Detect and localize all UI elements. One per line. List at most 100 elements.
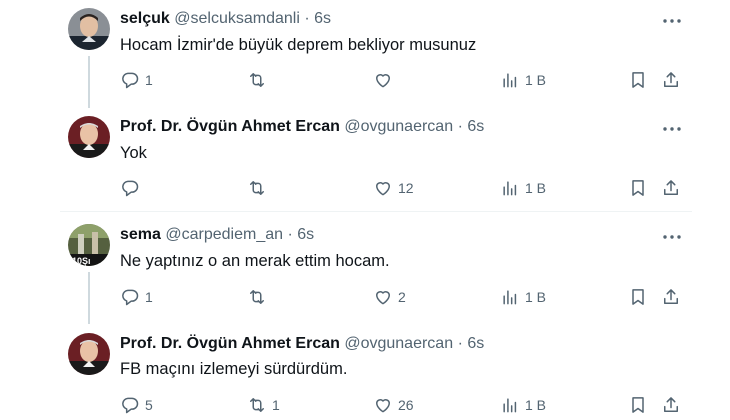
bookmark-button[interactable] [628,69,648,91]
like-icon [373,395,393,415]
avatar[interactable]: 10Şı [68,224,110,266]
display-name[interactable]: selçuk [120,10,170,27]
views-button[interactable]: 1 B [500,286,546,308]
reply-button[interactable]: 1 [120,69,153,91]
like-count: 2 [398,289,406,305]
display-name[interactable]: sema [120,226,161,243]
retweet-button[interactable] [247,177,272,199]
avatar-photo-icon [68,116,110,158]
like-button[interactable] [373,69,398,91]
action-bar: 5 1 26 1 B [120,394,690,418]
share-button[interactable] [661,394,681,416]
tweet[interactable]: Prof. Dr. Övgün Ahmet Ercan @ovgunaercan… [0,114,730,214]
bookmark-icon [628,395,648,415]
bookmark-icon [628,70,648,90]
like-button[interactable]: 2 [373,286,406,308]
views-button[interactable]: 1 B [500,177,546,199]
timestamp[interactable]: 6s [467,335,484,352]
like-icon [373,287,393,307]
views-button[interactable]: 1 B [500,394,546,416]
divider [60,211,692,212]
retweet-icon [247,395,267,415]
share-icon [661,70,681,90]
share-button[interactable] [661,286,681,308]
svg-text:10Şı: 10Şı [72,256,91,266]
tweet-text: Ne yaptınız o an merak ettim hocam. [120,252,390,270]
reply-icon [120,287,140,307]
tweet[interactable]: Prof. Dr. Övgün Ahmet Ercan @ovgunaercan… [0,331,730,420]
bookmark-button[interactable] [628,394,648,416]
reply-button[interactable] [120,177,145,199]
more-icon[interactable] [661,120,683,138]
handle[interactable]: @ovgunaercan [344,118,453,135]
reply-count: 1 [145,72,153,88]
bookmark-button[interactable] [628,177,648,199]
like-icon [373,178,393,198]
views-icon [500,287,520,307]
thread-line [88,56,90,108]
views-button[interactable]: 1 B [500,69,546,91]
reply-icon [120,70,140,90]
tweet-text: Yok [120,144,147,162]
reply-icon [120,178,140,198]
thread-line [88,272,90,324]
views-count: 1 B [525,72,547,88]
views-count: 1 B [525,180,547,196]
more-icon[interactable] [661,12,683,30]
display-name[interactable]: Prof. Dr. Övgün Ahmet Ercan [120,118,340,135]
handle[interactable]: @ovgunaercan [344,335,453,352]
more-icon[interactable] [661,228,683,246]
handle[interactable]: @selcuksamdanli [174,10,300,27]
avatar-photo-icon [68,333,110,375]
retweet-button[interactable]: 1 [247,394,280,416]
separator: · [287,226,293,243]
views-count: 1 B [525,289,547,305]
share-icon [661,178,681,198]
like-button[interactable]: 12 [373,177,414,199]
tweet-header: sema @carpediem_an · 6s [120,226,314,244]
separator: · [304,10,310,27]
tweet-text: Hocam İzmir'de büyük deprem bekliyor mus… [120,36,477,54]
retweet-icon [247,70,267,90]
share-icon [661,287,681,307]
action-bar: 1 2 1 B [120,286,690,310]
display-name[interactable]: Prof. Dr. Övgün Ahmet Ercan [120,335,340,352]
avatar-photo-icon [68,8,110,50]
avatar-photo-icon: 10Şı [68,224,110,266]
views-icon [500,178,520,198]
reply-button[interactable]: 1 [120,286,153,308]
retweet-button[interactable] [247,69,272,91]
views-count: 1 B [525,397,547,413]
timestamp[interactable]: 6s [297,226,314,243]
tweet-header: Prof. Dr. Övgün Ahmet Ercan @ovgunaercan… [120,118,484,136]
action-bar: 12 1 B [120,177,690,201]
avatar[interactable] [68,8,110,50]
views-icon [500,70,520,90]
tweet[interactable]: 10Şı sema @carpediem_an · 6s Ne yaptınız… [0,222,730,324]
avatar[interactable] [68,333,110,375]
like-count: 26 [398,397,414,413]
retweet-count: 1 [272,397,280,413]
bookmark-button[interactable] [628,286,648,308]
action-bar: 1 1 B [120,69,690,93]
like-icon [373,70,393,90]
tweet[interactable]: selçuk @selcuksamdanli · 6s Hocam İzmir'… [0,6,730,108]
like-count: 12 [398,180,414,196]
tweet-header: Prof. Dr. Övgün Ahmet Ercan @ovgunaercan… [120,335,484,353]
share-button[interactable] [661,69,681,91]
reply-button[interactable]: 5 [120,394,153,416]
share-button[interactable] [661,177,681,199]
timestamp[interactable]: 6s [314,10,331,27]
separator: · [457,335,463,352]
like-button[interactable]: 26 [373,394,414,416]
reply-icon [120,395,140,415]
timestamp[interactable]: 6s [467,118,484,135]
reply-count: 1 [145,289,153,305]
bookmark-icon [628,178,648,198]
retweet-button[interactable] [247,286,272,308]
reply-count: 5 [145,397,153,413]
handle[interactable]: @carpediem_an [165,226,283,243]
retweet-icon [247,178,267,198]
retweet-icon [247,287,267,307]
avatar[interactable] [68,116,110,158]
